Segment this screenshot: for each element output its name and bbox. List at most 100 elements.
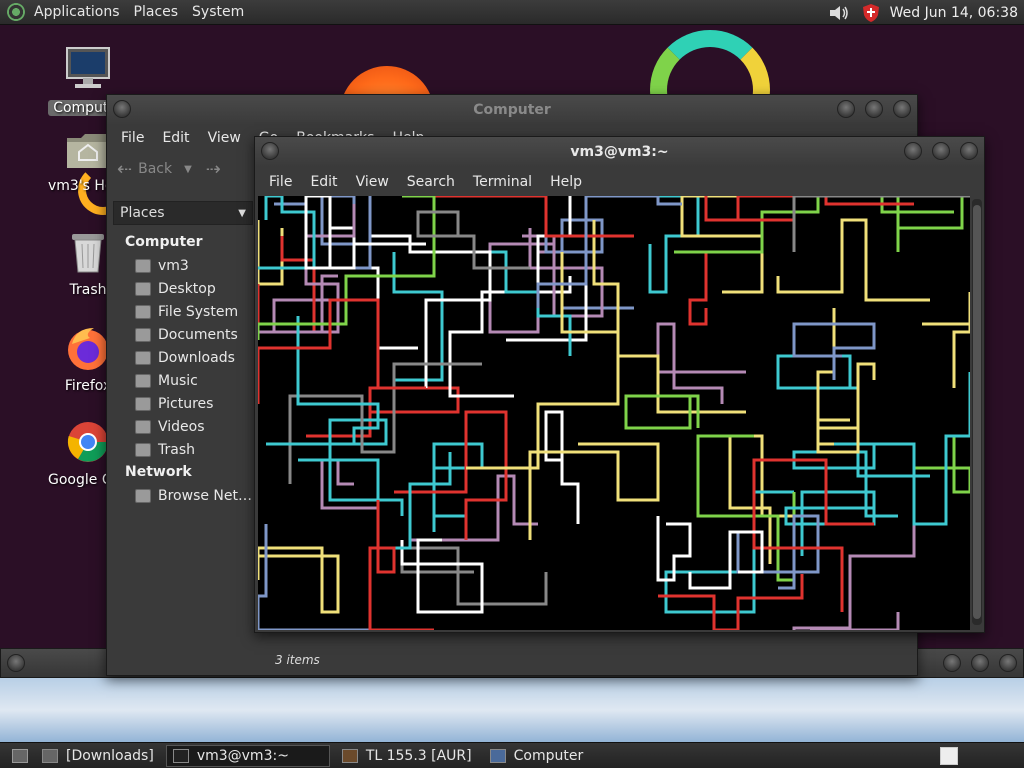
menu-view[interactable]: View bbox=[347, 174, 398, 190]
system-tray: Wed Jun 14, 06:38 bbox=[828, 0, 1024, 25]
pipe-segment bbox=[328, 418, 404, 516]
sidebar-item-label: Browse Net… bbox=[158, 487, 253, 504]
menu-edit[interactable]: Edit bbox=[301, 174, 346, 190]
menu-file[interactable]: File bbox=[260, 174, 301, 190]
maximize-button[interactable] bbox=[865, 100, 883, 118]
pipe-segment bbox=[544, 218, 634, 310]
terminal-scrollbar[interactable] bbox=[972, 199, 982, 625]
pipe-segment bbox=[408, 474, 538, 542]
task-label: [Downloads] bbox=[66, 747, 154, 764]
pipe-segment bbox=[656, 516, 692, 582]
menu-terminal[interactable]: Terminal bbox=[464, 174, 541, 190]
pipe-segment bbox=[880, 196, 964, 230]
gnome-foot-icon[interactable] bbox=[7, 3, 25, 21]
speaker-icon[interactable] bbox=[828, 4, 850, 22]
dropdown-arrow-icon[interactable]: ▼ bbox=[184, 164, 192, 175]
menu-view[interactable]: View bbox=[199, 130, 250, 146]
computer-icon bbox=[66, 47, 110, 88]
window-menu-button[interactable] bbox=[7, 654, 25, 672]
pipe-segment bbox=[528, 442, 660, 540]
menu-file[interactable]: File bbox=[112, 130, 153, 146]
pipe-segment bbox=[776, 218, 930, 302]
window-title: vm3@vm3:~ bbox=[570, 144, 669, 160]
minimize-button[interactable] bbox=[904, 142, 922, 160]
minimize-button[interactable] bbox=[943, 654, 961, 672]
pipe-segment bbox=[816, 362, 876, 454]
scrollbar-thumb[interactable] bbox=[973, 205, 981, 619]
menu-search[interactable]: Search bbox=[398, 174, 464, 190]
sidebar-item-videos[interactable]: Videos bbox=[107, 415, 255, 438]
sidebar-item-desktop[interactable]: Desktop bbox=[107, 277, 255, 300]
task-downloads[interactable]: [Downloads] bbox=[36, 745, 160, 767]
forward-arrow-icon[interactable]: ⇢ bbox=[206, 159, 221, 180]
system-menu[interactable]: System bbox=[185, 4, 251, 20]
sidebar-item-label: Trash bbox=[158, 441, 195, 458]
folder-icon bbox=[135, 419, 151, 434]
task-terminal[interactable]: vm3@vm3:~ bbox=[165, 744, 330, 767]
task-label: Computer bbox=[513, 747, 584, 764]
bottom-taskbar: [Downloads] vm3@vm3:~ TL 155.3 [AUR] Com… bbox=[0, 742, 1024, 768]
sidebar-item-vm3[interactable]: vm3 bbox=[107, 254, 255, 277]
pipe-segment bbox=[816, 308, 860, 446]
trash-icon bbox=[135, 442, 151, 457]
terminal-content[interactable] bbox=[258, 196, 970, 630]
sidebar-item-music[interactable]: Music bbox=[107, 369, 255, 392]
sidebar-item-file-system[interactable]: File System bbox=[107, 300, 255, 323]
pipe-segment bbox=[688, 250, 762, 326]
drive-icon bbox=[135, 304, 151, 319]
task-minecraft[interactable]: TL 155.3 [AUR] bbox=[336, 745, 478, 767]
show-desktop-icon[interactable] bbox=[12, 748, 28, 763]
pipes-screensaver bbox=[258, 196, 970, 630]
menu-help[interactable]: Help bbox=[541, 174, 591, 190]
terminal-titlebar[interactable]: vm3@vm3:~ bbox=[255, 137, 984, 167]
pipe-segment bbox=[656, 322, 746, 404]
shield-icon[interactable] bbox=[862, 3, 880, 23]
sidebar-item-label: Downloads bbox=[158, 349, 235, 366]
close-button[interactable] bbox=[893, 100, 911, 118]
sidebar-item-label: File System bbox=[158, 303, 239, 320]
sidebar-group-computer: Computer bbox=[125, 234, 203, 250]
sidebar-item-documents[interactable]: Documents bbox=[107, 323, 255, 346]
pipe-segment bbox=[648, 196, 700, 294]
sidebar-item-label: Videos bbox=[158, 418, 205, 435]
clock[interactable]: Wed Jun 14, 06:38 bbox=[890, 5, 1018, 21]
folder-icon bbox=[135, 327, 151, 342]
task-computer[interactable]: Computer bbox=[484, 745, 590, 767]
sidebar-item-label: Documents bbox=[158, 326, 238, 343]
task-label: vm3@vm3:~ bbox=[196, 747, 289, 764]
maximize-button[interactable] bbox=[971, 654, 989, 672]
folder-icon bbox=[135, 396, 151, 411]
menu-edit[interactable]: Edit bbox=[153, 130, 198, 146]
pipe-segment bbox=[704, 196, 796, 222]
file-manager-titlebar[interactable]: Computer bbox=[107, 95, 917, 125]
sidebar-item-pictures[interactable]: Pictures bbox=[107, 392, 255, 415]
pipe-segment bbox=[400, 538, 484, 614]
pipe-segment bbox=[834, 372, 970, 526]
places-selector[interactable]: Places ▼ bbox=[113, 201, 253, 225]
window-menu-button[interactable] bbox=[261, 142, 279, 160]
pipe-segment bbox=[728, 434, 802, 564]
applications-menu[interactable]: Applications bbox=[27, 4, 127, 20]
close-button[interactable] bbox=[960, 142, 978, 160]
desktop-folder-icon bbox=[135, 281, 151, 296]
sidebar-item-downloads[interactable]: Downloads bbox=[107, 346, 255, 369]
window-menu-button[interactable] bbox=[113, 100, 131, 118]
computer-icon bbox=[489, 748, 506, 763]
sidebar-item-trash[interactable]: Trash bbox=[107, 438, 255, 461]
back-arrow-icon[interactable]: ⇠ bbox=[117, 159, 132, 180]
maximize-button[interactable] bbox=[932, 142, 950, 160]
pipe-segment bbox=[432, 442, 484, 532]
places-menu[interactable]: Places bbox=[127, 4, 186, 20]
workspace-switcher[interactable] bbox=[940, 747, 958, 765]
back-button[interactable]: Back bbox=[138, 161, 172, 177]
sidebar-group-network: Network bbox=[125, 464, 192, 480]
close-button[interactable] bbox=[999, 654, 1017, 672]
pipe-segment bbox=[258, 298, 426, 404]
status-text: 3 items bbox=[275, 653, 320, 667]
pipe-segment bbox=[400, 546, 548, 606]
pipe-segment bbox=[328, 226, 418, 350]
minimize-button[interactable] bbox=[837, 100, 855, 118]
trash-icon bbox=[72, 234, 104, 273]
sidebar-item-browse-network[interactable]: Browse Net… bbox=[107, 484, 255, 507]
chevron-down-icon: ▼ bbox=[238, 207, 246, 219]
